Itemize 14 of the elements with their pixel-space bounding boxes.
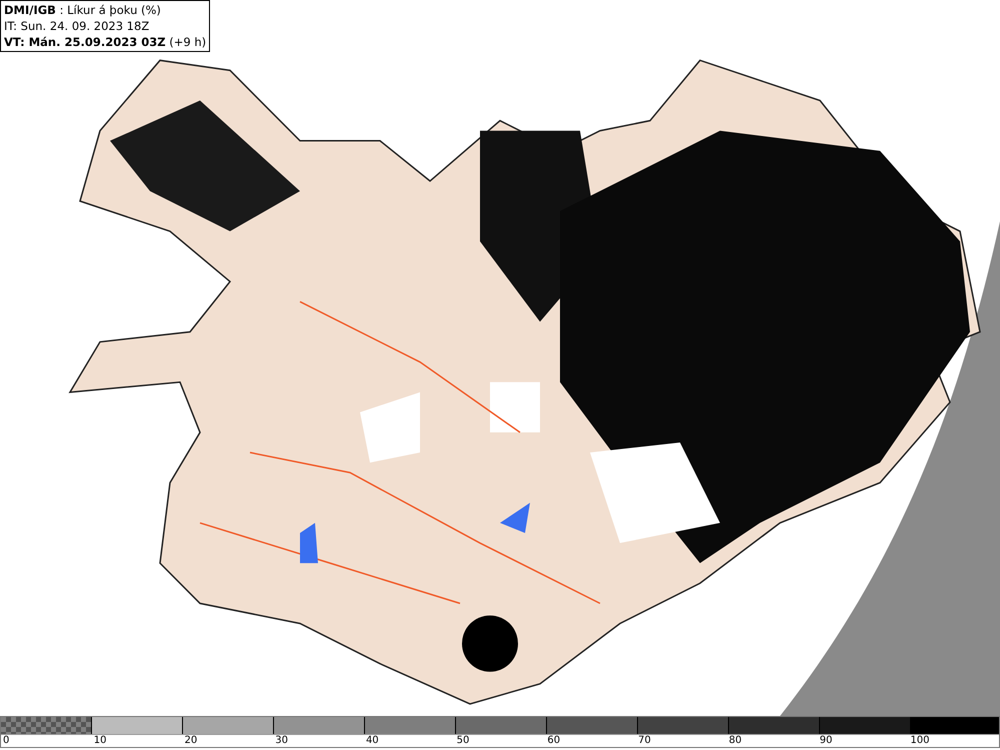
legend-label: 40: [366, 735, 379, 746]
legend-label: 70: [638, 735, 651, 746]
legend-label: 80: [728, 735, 742, 746]
legend-label: 0: [3, 735, 10, 746]
legend-label: 30: [275, 735, 288, 746]
legend-label: 50: [456, 735, 470, 746]
info-line: VT: Mán. 25.09.2023 03Z (+9 h): [4, 34, 206, 50]
legend-label: 100: [910, 735, 930, 746]
legend-label: 90: [820, 735, 832, 746]
info-line: IT: Sun. 24. 09. 2023 18Z: [4, 18, 150, 34]
legend-label: 10: [94, 735, 106, 746]
legend-label: 60: [547, 735, 560, 746]
info-line: DMI/IGB : Líkur á þoku (%): [4, 2, 162, 18]
legend-label: 20: [184, 735, 198, 746]
